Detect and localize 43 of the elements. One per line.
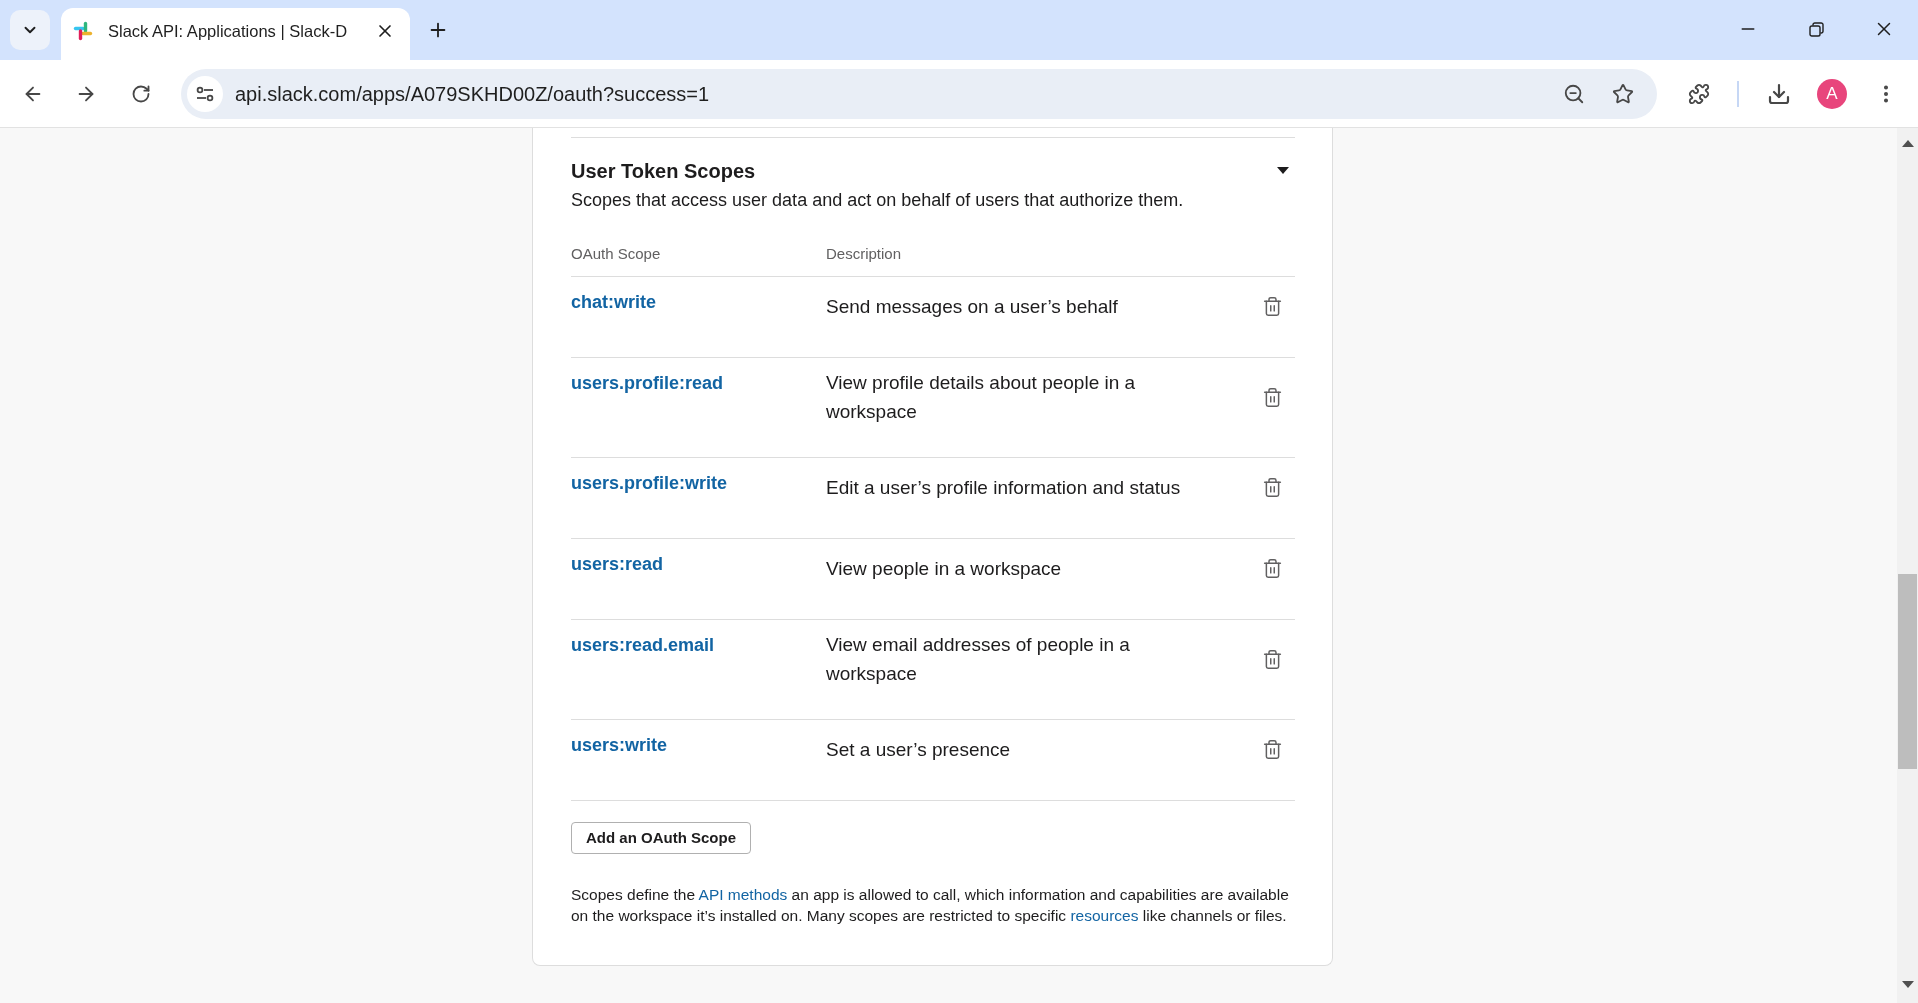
scope-link[interactable]: chat:write bbox=[571, 292, 657, 312]
trash-icon[interactable] bbox=[1262, 739, 1283, 760]
column-header: OAuth Scope bbox=[571, 244, 662, 264]
scrollbar[interactable] bbox=[1897, 128, 1918, 1003]
download-icon[interactable] bbox=[1767, 81, 1791, 106]
scope-description: Set a user’s presence bbox=[826, 738, 1011, 762]
star-icon[interactable] bbox=[1612, 82, 1634, 105]
scope-description: View people in a workspace bbox=[826, 557, 1062, 581]
url-text: api.slack.com/apps/A079SKHD00Z/oauth?success=1 bbox=[235, 81, 711, 107]
caret-icon[interactable] bbox=[1277, 167, 1289, 175]
favicon-icon bbox=[73, 21, 93, 41]
trash-icon[interactable] bbox=[1262, 558, 1283, 579]
column-header: Description bbox=[826, 244, 902, 264]
text-link[interactable]: API methods bbox=[698, 886, 788, 903]
scroll-down-icon[interactable] bbox=[1901, 981, 1914, 988]
profile-avatar[interactable]: A bbox=[1817, 78, 1847, 109]
text-link[interactable]: resources bbox=[1070, 907, 1139, 924]
section-subtitle: Scopes that access user data and act on behalf of users that authorize them. bbox=[571, 189, 1185, 212]
trash-icon[interactable] bbox=[1262, 648, 1283, 670]
address-bar[interactable]: api.slack.com/apps/A079SKHD00Z/oauth?success=1 bbox=[181, 68, 1657, 119]
scope-link[interactable]: users:read.email bbox=[571, 635, 715, 655]
trash-icon[interactable] bbox=[1262, 477, 1283, 498]
trash-icon[interactable] bbox=[1262, 386, 1283, 408]
trash-icon[interactable] bbox=[1262, 296, 1283, 317]
scope-link[interactable]: users:write bbox=[571, 735, 668, 755]
reload-icon[interactable] bbox=[131, 83, 151, 104]
add-scope-button[interactable]: Add an OAuth Scope bbox=[571, 822, 751, 854]
scroll-up-icon[interactable] bbox=[1901, 140, 1914, 147]
scope-description: View profile details about people in a workspace bbox=[826, 371, 1137, 424]
scope-link[interactable]: users.profile:read bbox=[571, 373, 724, 393]
puzzle-icon[interactable] bbox=[1688, 82, 1710, 105]
scope-link[interactable]: users.profile:write bbox=[571, 473, 728, 493]
restore-icon[interactable] bbox=[1808, 21, 1824, 37]
sliders-icon[interactable] bbox=[187, 75, 223, 112]
scope-description: Edit a user’s profile information and status bbox=[826, 476, 1181, 500]
scrollbar-thumb[interactable] bbox=[1898, 574, 1917, 769]
scope-description: View email addresses of people in a workspace bbox=[826, 633, 1131, 686]
section-title: User Token Scopes bbox=[571, 159, 756, 184]
browser-tab[interactable]: Slack API: Applications | Slack-D bbox=[61, 8, 410, 60]
zoom-out-icon[interactable] bbox=[1563, 82, 1585, 105]
footnote-text: Scopes define the API methods an app is allowed to call, which information and capabilities are available on the workspace it’s installed on. Many scopes are restricted to specific resources like channels or files. bbox=[571, 885, 1290, 926]
scope-link[interactable]: users:read bbox=[571, 554, 664, 574]
scope-description: Send messages on a user’s behalf bbox=[826, 295, 1118, 319]
